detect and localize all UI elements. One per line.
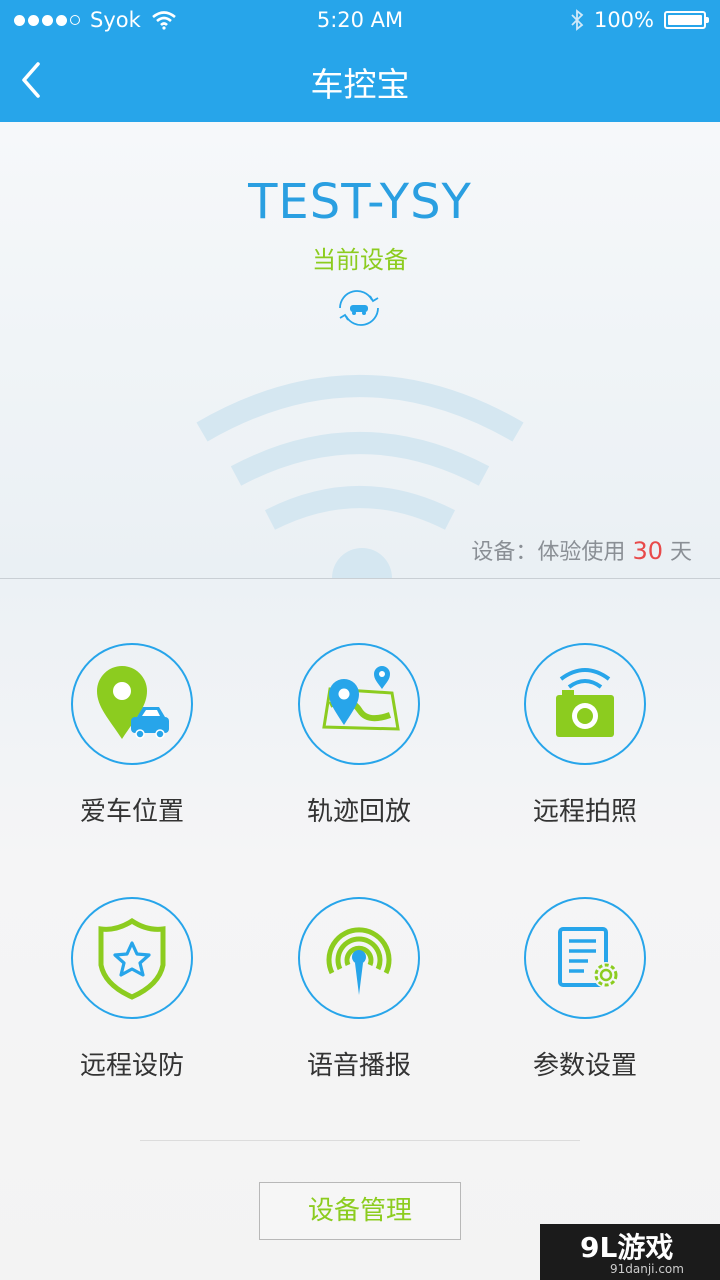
tile-label: 参数设置	[532, 1051, 637, 1081]
trial-info: 设备：体验使用 30 天	[471, 534, 692, 566]
status-bar: Syok 5:20 AM 100%	[0, 0, 720, 40]
device-name: TEST-YSY	[248, 174, 472, 230]
function-grid: 爱车位置 轨迹回放 远程拍照 远程设防 语音播报 参数设置	[0, 579, 720, 1280]
tile-label: 爱车位置	[79, 797, 184, 827]
tile-car-location[interactable]: 爱车位置	[22, 643, 242, 843]
trial-suffix: 天	[669, 540, 692, 565]
battery-percent: 100%	[593, 8, 654, 32]
switch-device-icon[interactable]	[334, 288, 384, 328]
tile-track-playback[interactable]: 轨迹回放	[249, 643, 469, 843]
trial-prefix: 设备：体验使用	[471, 540, 626, 565]
top-bar: Syok 5:20 AM 100% 车控宝	[0, 0, 720, 122]
tile-voice-broadcast[interactable]: 语音播报	[249, 897, 469, 1097]
tile-label: 远程拍照	[532, 797, 637, 827]
battery-icon	[664, 11, 709, 29]
broadcast-icon	[326, 927, 392, 995]
tile-remote-arm[interactable]: 远程设防	[22, 897, 242, 1097]
tile-label: 语音播报	[306, 1051, 411, 1081]
status-right: 100%	[570, 8, 709, 32]
tile-label: 远程设防	[79, 1051, 184, 1081]
tile-label: 轨迹回放	[306, 797, 411, 827]
shield-star-icon	[98, 917, 166, 1000]
track-playback-icon	[322, 666, 400, 731]
watermark-domain: 91danji.com	[610, 1262, 684, 1276]
car-location-icon	[97, 666, 169, 739]
tile-remote-camera[interactable]: 远程拍照	[475, 643, 695, 843]
document-gear-icon	[558, 927, 619, 988]
remote-camera-icon	[556, 668, 614, 737]
device-panel: TEST-YSY 当前设备 设备：体验使用 30 天	[0, 122, 720, 578]
bottom-divider	[140, 1140, 580, 1141]
bluetooth-icon	[571, 9, 584, 31]
tile-parameter-settings[interactable]: 参数设置	[475, 897, 695, 1097]
watermark-brand: 9L游戏	[580, 1231, 674, 1264]
watermark-logo: 9L游戏 91danji.com	[540, 1224, 720, 1280]
page-title: 车控宝	[310, 65, 410, 104]
device-status: 当前设备	[312, 246, 408, 274]
device-management-button[interactable]: 设备管理	[259, 1182, 461, 1240]
trial-days: 30	[632, 537, 663, 565]
